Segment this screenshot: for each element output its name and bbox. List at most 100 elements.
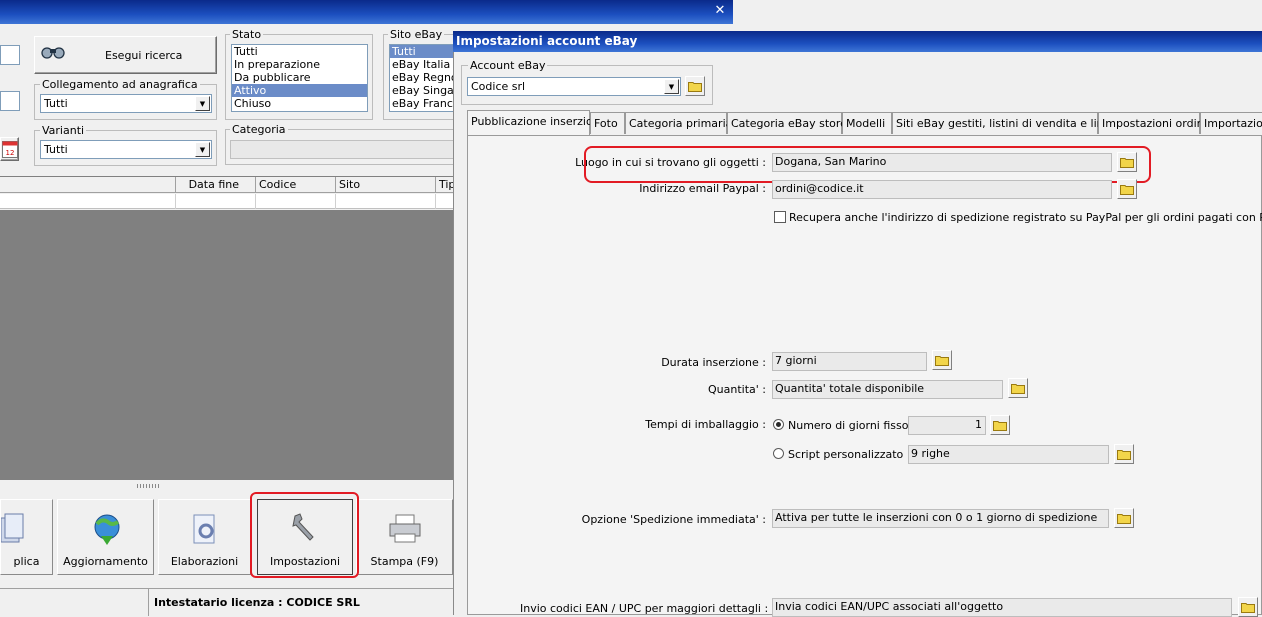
ean-label: Invio codici EAN / UPC per maggiori dett… [520, 602, 769, 615]
recupera-checkbox[interactable] [774, 211, 786, 223]
close-icon[interactable]: ✕ [712, 3, 728, 19]
sito-item-tutti[interactable]: Tutti [390, 45, 454, 58]
tab-foto[interactable]: Foto [590, 112, 625, 134]
grid-cell-divider [435, 194, 436, 209]
account-legend: Account eBay [468, 59, 548, 72]
quantita-field[interactable]: Quantita' totale disponibile [772, 380, 1003, 399]
durata-label: Durata inserzione : [661, 356, 766, 369]
column-tipo[interactable]: Tip [435, 177, 455, 193]
folder-icon [993, 421, 1007, 431]
calendar-number: 12 [6, 149, 15, 157]
script-field[interactable]: 9 righe [908, 445, 1109, 464]
folder-icon [1241, 603, 1255, 613]
varianti-value: Tutti [44, 143, 68, 156]
recupera-label: Recupera anche l'indirizzo di spedizione… [789, 211, 1262, 224]
duplicate-icon [1, 513, 24, 543]
email-field[interactable]: ordini@codice.it [772, 180, 1112, 199]
folder-icon [688, 82, 702, 92]
radio-numero-giorni[interactable] [773, 419, 784, 430]
categoria-legend: Categoria [230, 123, 288, 136]
chevron-down-icon[interactable]: ▼ [195, 142, 210, 157]
chevron-down-icon[interactable]: ▼ [195, 96, 210, 111]
sito-item-francia[interactable]: eBay Francia [390, 97, 454, 110]
folder-icon [1117, 514, 1131, 524]
email-folder-button[interactable] [1117, 179, 1137, 199]
tab-categoria-ebay-store[interactable]: Categoria eBay store [727, 112, 847, 134]
elaborazioni-button[interactable]: Elaborazioni [158, 499, 251, 575]
grid-empty-area [0, 210, 455, 480]
duplica-label: plica [13, 555, 40, 568]
search-button-label: Esegui ricerca [105, 49, 183, 62]
categoria-field[interactable] [230, 140, 455, 159]
tab-categoria-primaria[interactable]: Categoria primaria [625, 112, 732, 134]
script-folder-button[interactable] [1114, 444, 1134, 464]
grid-cell-divider [175, 194, 176, 209]
sito-listbox[interactable]: Tutti eBay Italia eBay Regno eBay Singap… [389, 44, 455, 112]
aggiornamento-label: Aggiornamento [63, 555, 148, 568]
tab-pubblicazione-inserzioni[interactable]: Pubblicazione inserzioni [467, 110, 603, 135]
durata-field[interactable]: 7 giorni [772, 352, 927, 371]
grid-header: Data fine Codice Sito Tip [0, 177, 455, 193]
tab-impostazioni-ordini[interactable]: Impostazioni ordini [1098, 112, 1207, 134]
splitter[interactable] [0, 480, 455, 493]
tab-modelli[interactable]: Modelli [842, 112, 892, 134]
column-sito[interactable]: Sito [335, 177, 435, 193]
aggiornamento-button[interactable]: Aggiornamento [57, 499, 154, 575]
radio-numero-giorni-label: Numero di giorni fisso [788, 419, 909, 432]
stato-item-tutti[interactable]: Tutti [232, 45, 367, 58]
numero-giorni-field[interactable]: 1 [908, 416, 986, 435]
sito-legend: Sito eBay [388, 28, 445, 41]
sito-item-singapore[interactable]: eBay Singap [390, 84, 454, 97]
spedizione-label: Opzione 'Spedizione immediata' : [581, 513, 766, 526]
stampa-button[interactable]: Stampa (F9) [356, 499, 453, 575]
account-folder-button[interactable] [685, 76, 705, 96]
stato-item-attivo[interactable]: Attivo [232, 84, 367, 97]
sito-item-regno[interactable]: eBay Regno [390, 71, 454, 84]
collegamento-legend: Collegamento ad anagrafica [40, 78, 200, 91]
account-select[interactable]: Codice srl ▼ [467, 77, 681, 96]
stato-listbox[interactable]: Tutti In preparazione Da pubblicare Atti… [231, 44, 368, 112]
stato-item-in-preparazione[interactable]: In preparazione [232, 58, 367, 71]
varianti-select[interactable]: Tutti ▼ [40, 140, 212, 159]
grid-cell-divider [255, 194, 256, 209]
search-button[interactable]: Esegui ricerca [34, 36, 217, 74]
filter-field-1[interactable] [0, 45, 20, 65]
spedizione-folder-button[interactable] [1114, 508, 1134, 528]
tempi-label: Tempi di imballaggio : [645, 418, 766, 431]
calendar-button[interactable]: 12 [0, 137, 19, 161]
sito-item-italia[interactable]: eBay Italia [390, 58, 454, 71]
ean-field[interactable]: Invia codici EAN/UPC associati all'ogget… [772, 598, 1232, 617]
radio-script-personalizzato[interactable] [773, 448, 784, 459]
email-label: Indirizzo email Paypal : [639, 182, 766, 195]
stato-item-chiuso[interactable]: Chiuso [232, 97, 367, 110]
column-data-fine[interactable]: Data fine [175, 177, 255, 193]
quantita-folder-button[interactable] [1008, 378, 1028, 398]
stampa-label: Stampa (F9) [370, 555, 439, 568]
tab-importazion[interactable]: Importazion [1200, 112, 1262, 134]
binoculars-icon [41, 47, 65, 59]
ean-folder-button[interactable] [1238, 597, 1258, 617]
numero-giorni-folder-button[interactable] [990, 415, 1010, 435]
collegamento-value: Tutti [44, 97, 68, 110]
status-divider [148, 589, 149, 616]
collegamento-select[interactable]: Tutti ▼ [40, 94, 212, 113]
filter-field-2[interactable] [0, 91, 20, 111]
radio-script-personalizzato-label: Script personalizzato [788, 448, 904, 461]
folder-icon [1120, 185, 1134, 195]
stato-legend: Stato [230, 28, 264, 41]
dialog-title: Impostazioni account eBay [453, 31, 1262, 52]
folder-icon [1011, 384, 1025, 394]
column-codice[interactable]: Codice [255, 177, 335, 193]
duplica-button[interactable]: plica [0, 499, 53, 575]
elaborazioni-label: Elaborazioni [170, 555, 239, 568]
grid-row[interactable] [0, 194, 455, 209]
durata-folder-button[interactable] [932, 350, 952, 370]
status-bar: Intestatario licenza : CODICE SRL [0, 588, 455, 616]
tab-siti-ebay[interactable]: Siti eBay gestiti, listini di vendita e … [892, 112, 1124, 134]
calendar-icon: 12 [2, 141, 18, 158]
stato-item-da-pubblicare[interactable]: Da pubblicare [232, 71, 367, 84]
radio-selected-dot [776, 422, 781, 427]
spedizione-field[interactable]: Attiva per tutte le inserzioni con 0 o 1… [772, 509, 1109, 528]
chevron-down-icon[interactable]: ▼ [664, 79, 679, 94]
printer-icon [389, 514, 421, 543]
